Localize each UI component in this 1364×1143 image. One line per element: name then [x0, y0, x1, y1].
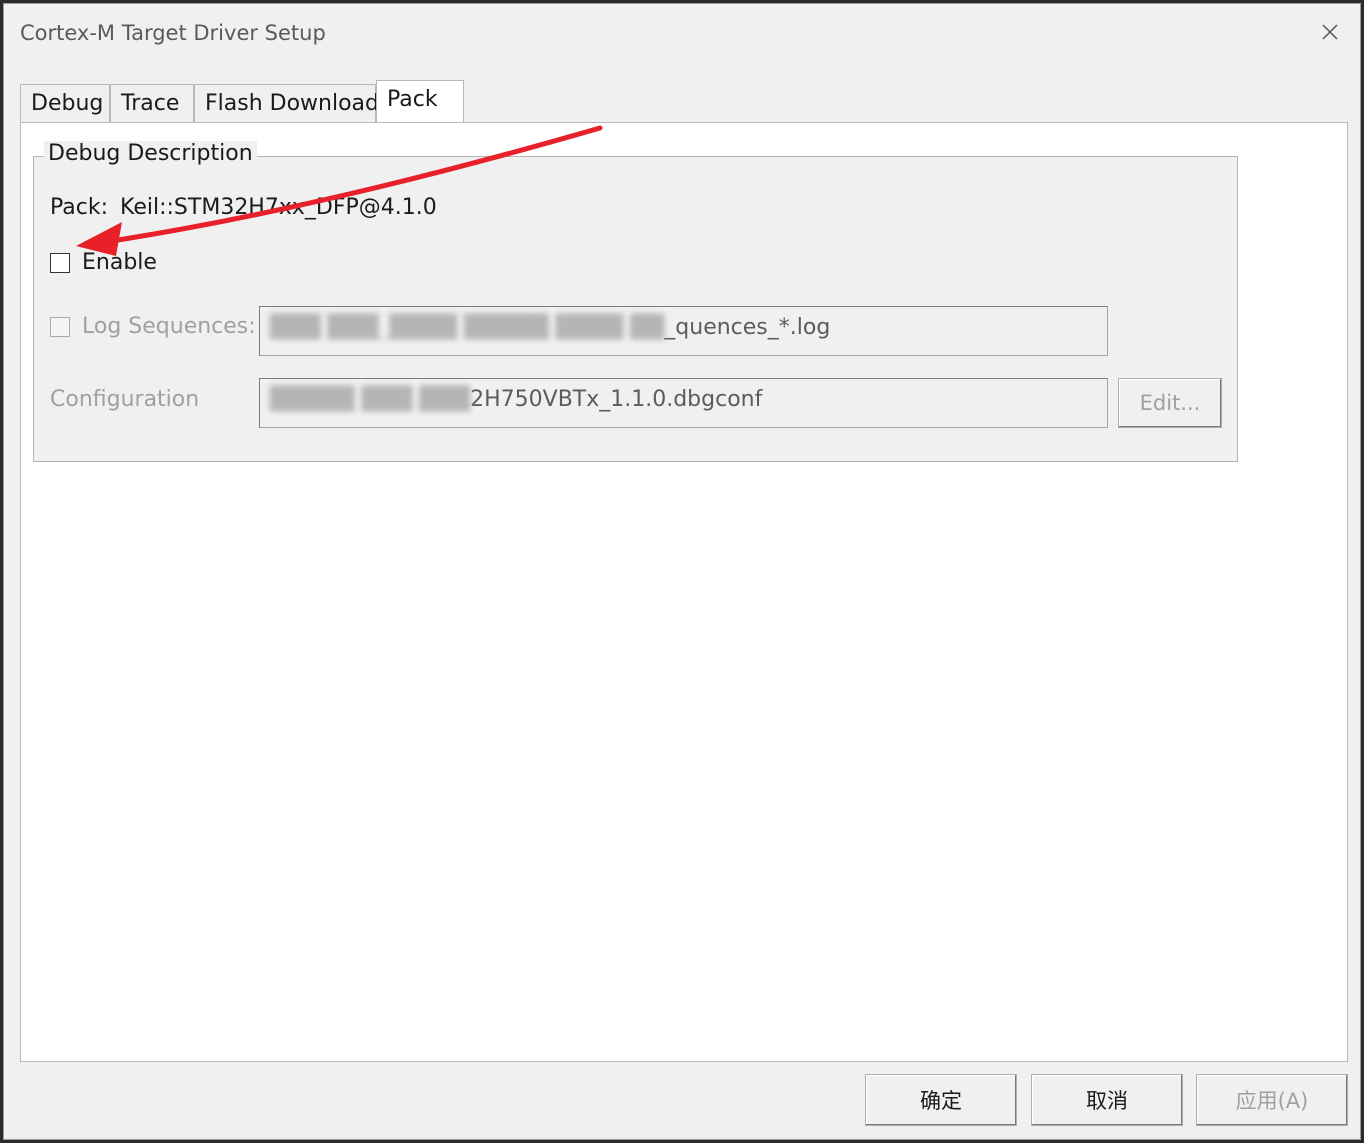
config-path-visible: 2H750VBTx_1.1.0.dbgconf	[470, 387, 763, 412]
ok-button[interactable]: 确定	[865, 1074, 1017, 1126]
config-path-redacted: █████ ███ ███	[270, 387, 471, 412]
tab-flash-download[interactable]: Flash Download	[194, 84, 379, 124]
apply-button[interactable]: 应用(A)	[1196, 1074, 1348, 1126]
tab-trace[interactable]: Trace	[110, 84, 194, 124]
log-sequences-label: Log Sequences:	[82, 314, 256, 339]
title-bar: Cortex-M Target Driver Setup	[4, 4, 1360, 62]
configuration-label: Configuration	[50, 387, 200, 412]
tab-debug[interactable]: Debug	[20, 84, 110, 124]
pack-tab-panel: Debug Description Pack: Keil::STM32H7xx_D…	[20, 122, 1348, 1062]
pack-label: Pack:	[50, 195, 109, 220]
pack-value: Keil::STM32H7xx_DFP@4.1.0	[120, 195, 437, 220]
enable-label[interactable]: Enable	[82, 250, 157, 275]
edit-button[interactable]: Edit...	[1118, 378, 1222, 428]
close-icon	[1320, 22, 1340, 47]
log-path-visible: _quences_*.log	[664, 315, 831, 340]
configuration-field[interactable]: █████ ███ ███2H750VBTx_1.1.0.dbgconf	[259, 378, 1108, 428]
close-button[interactable]	[1314, 18, 1346, 50]
dialog-window: Cortex-M Target Driver Setup Debug Trace…	[3, 3, 1361, 1140]
group-title: Debug Description	[44, 141, 257, 166]
enable-checkbox[interactable]	[50, 253, 70, 273]
log-path-redacted: ███ ███_████ █████ ████ ██	[270, 315, 665, 340]
window-title: Cortex-M Target Driver Setup	[20, 21, 326, 45]
cancel-button[interactable]: 取消	[1031, 1074, 1183, 1126]
pack-line: Pack: Keil::STM32H7xx_DFP@4.1.0	[50, 195, 437, 220]
log-sequences-checkbox[interactable]	[50, 317, 70, 337]
debug-description-group: Debug Description Pack: Keil::STM32H7xx_D…	[33, 141, 1238, 462]
log-sequences-field[interactable]: ███ ███_████ █████ ████ ██_quences_*.log	[259, 306, 1108, 356]
tab-pack[interactable]: Pack	[376, 80, 464, 124]
